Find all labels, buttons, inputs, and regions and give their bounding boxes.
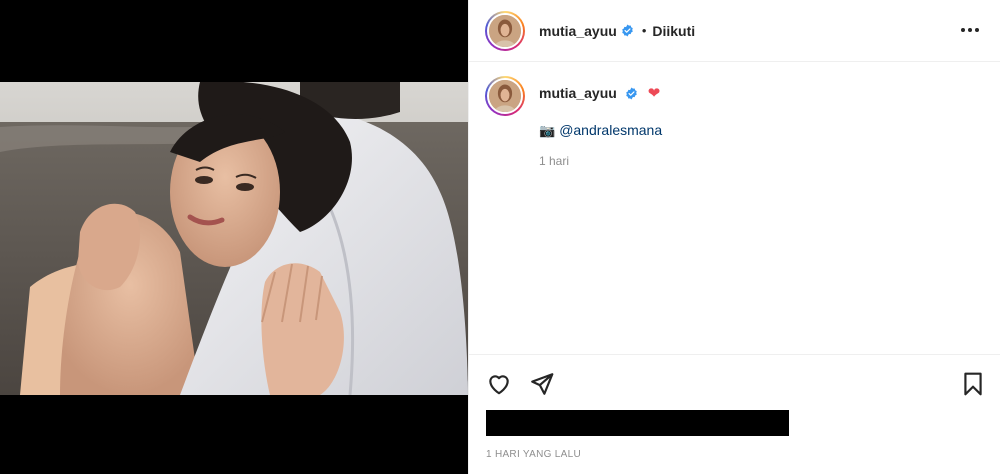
redacted-likes-bar (486, 410, 789, 436)
avatar-image (489, 14, 521, 47)
mention-link[interactable]: @andralesmana (559, 122, 662, 138)
caption-avatar[interactable] (485, 76, 525, 116)
heart-emoji: ❤ (647, 85, 661, 102)
caption-block: mutia_ayuu ❤ 📷 @andralesmana 1 hari (485, 76, 984, 168)
bookmark-icon[interactable] (960, 371, 986, 397)
camera-icon: 📷 (539, 123, 556, 138)
verified-badge-icon (622, 24, 633, 37)
avatar[interactable] (485, 10, 525, 51)
paper-plane-icon[interactable] (529, 371, 555, 397)
post-photo-image (0, 82, 468, 395)
heart-outline-icon[interactable] (486, 371, 512, 397)
caption-timestamp[interactable]: 1 hari (539, 154, 569, 168)
following-button[interactable]: Diikuti (652, 23, 695, 39)
post-time-ago[interactable]: 1 HARI YANG LALU (486, 449, 581, 460)
post-header: mutia_ayuu • Diikuti (469, 0, 1000, 62)
caption-avatar-image (489, 80, 521, 112)
caption-text: 📷 @andralesmana (539, 122, 662, 139)
post-side-panel: mutia_ayuu • Diikuti mutia_ayuu ❤ 📷 @and… (468, 0, 1000, 474)
action-bar (469, 354, 1000, 410)
caption-username-link[interactable]: mutia_ayuu (539, 85, 617, 101)
separator-dot: • (641, 23, 647, 38)
username-link[interactable]: mutia_ayuu (539, 23, 617, 39)
more-options-icon[interactable] (960, 22, 980, 38)
post-photo[interactable] (0, 82, 468, 395)
post-media-panel (0, 0, 468, 474)
caption-verified-badge-icon (626, 87, 638, 100)
